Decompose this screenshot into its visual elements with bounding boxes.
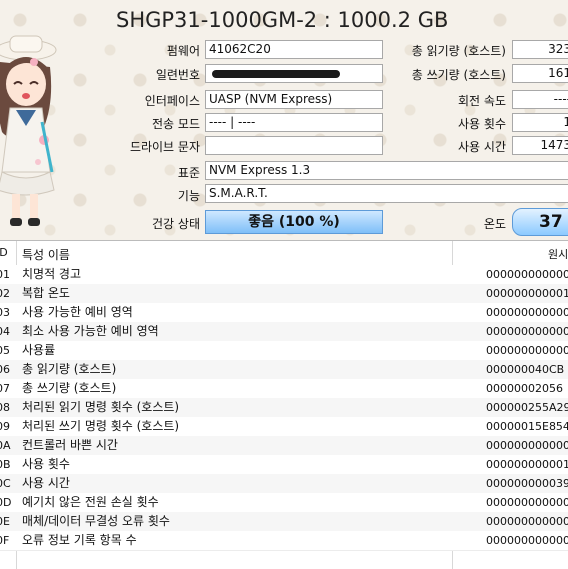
table-row[interactable]: 0F 오류 정보 기록 항목 수 000000000000: [0, 531, 568, 551]
row-id: 0F: [0, 534, 10, 547]
serial-field: [205, 64, 383, 83]
drive-letter-label: 드라이브 문자: [129, 140, 200, 154]
table-row[interactable]: 0D 예기치 않은 전원 손실 횟수 000000000000: [0, 493, 568, 513]
drive-letter-field: [205, 136, 383, 155]
row-raw-value: 000000000000: [486, 515, 568, 528]
row-raw-value: 000000000000: [486, 306, 568, 319]
row-id: 0C: [0, 477, 11, 490]
row-attribute-name: 사용 시간: [22, 476, 70, 490]
standard-label: 표준: [177, 166, 200, 180]
serial-label: 일련번호: [155, 68, 200, 82]
row-attribute-name: 예기치 않은 전원 손실 횟수: [22, 495, 159, 509]
row-id: 08: [0, 401, 10, 414]
row-raw-value: 00000002056: [486, 382, 563, 395]
row-id: 0E: [0, 515, 10, 528]
features-label: 기능: [177, 189, 200, 203]
row-id: 06: [0, 363, 10, 376]
header-attribute-name[interactable]: 특성 이름: [22, 246, 70, 263]
row-id: 01: [0, 268, 10, 281]
row-raw-value: 00000015E854: [486, 420, 568, 433]
host-reads-field: 323: [512, 40, 568, 59]
mascot-character-image: [0, 35, 57, 226]
table-row[interactable]: 05 사용률 000000000000: [0, 341, 568, 361]
row-attribute-name: 컨트롤러 바쁜 시간: [22, 438, 118, 452]
smart-attributes-table[interactable]: ID 특성 이름 원시 01치명적 경고00000000000002복합 온도0…: [0, 240, 568, 569]
row-attribute-name: 복합 온도: [22, 286, 70, 300]
row-attribute-name: 사용률: [22, 343, 56, 357]
row-id: 02: [0, 287, 10, 300]
power-on-count-label: 사용 횟수: [458, 117, 506, 131]
row-id: 0D: [0, 496, 12, 509]
row-raw-value: 000000000000: [486, 439, 568, 452]
row-raw-value: 000000040CB: [486, 363, 565, 376]
table-row[interactable]: 08 처리된 읽기 명령 횟수 (호스트) 000000255A29: [0, 398, 568, 418]
temperature-label: 온도: [483, 217, 506, 231]
host-writes-field: 161: [512, 64, 568, 83]
health-status-button[interactable]: 좋음 (100 %): [205, 210, 383, 234]
transfer-mode-label: 전송 모드: [152, 117, 200, 131]
row-raw-value: 000000255A29: [486, 401, 568, 414]
drive-title: SHGP31-1000GM-2 : 1000.2 GB: [116, 8, 449, 32]
table-row[interactable]: 0B 사용 횟수 000000000001: [0, 455, 568, 475]
serial-redaction: [212, 70, 340, 78]
power-on-count-field: 1: [512, 113, 568, 132]
firmware-label: 펌웨어: [166, 44, 200, 58]
row-attribute-name: 처리된 읽기 명령 횟수 (호스트): [22, 400, 180, 414]
row-id: 05: [0, 344, 10, 357]
row-id: 0A: [0, 439, 11, 452]
row-raw-value: 000000000000: [486, 534, 568, 547]
row-id: 07: [0, 382, 10, 395]
rotation-speed-label: 회전 속도: [458, 94, 506, 108]
row-id: 04: [0, 325, 10, 338]
row-attribute-name: 치명적 경고: [22, 267, 82, 281]
row-raw-value: 000000000000: [486, 268, 568, 281]
host-writes-label: 총 쓰기량 (호스트): [411, 68, 506, 82]
power-on-hours-label: 사용 시간: [458, 140, 506, 154]
row-raw-value: 000000000000: [486, 496, 568, 509]
row-raw-value: 000000000039: [486, 477, 568, 490]
row-id: 0B: [0, 458, 11, 471]
power-on-hours-field: 1473: [512, 136, 568, 155]
header-raw-value[interactable]: 원시: [548, 246, 568, 262]
row-raw-value: 000000000000: [486, 325, 568, 338]
table-row[interactable]: 09 처리된 쓰기 명령 횟수 (호스트) 00000015E854: [0, 417, 568, 437]
row-raw-value: 000000000001: [486, 287, 568, 300]
standard-field: NVM Express 1.3: [205, 161, 568, 180]
table-row[interactable]: 03 사용 가능한 예비 영역 000000000000: [0, 303, 568, 323]
temperature-button[interactable]: 37 °: [512, 208, 568, 236]
row-attribute-name: 최소 사용 가능한 예비 영역: [22, 324, 159, 338]
table-row[interactable]: 04 최소 사용 가능한 예비 영역 000000000000: [0, 322, 568, 342]
row-attribute-name: 사용 가능한 예비 영역: [22, 305, 133, 319]
row-attribute-name: 총 쓰기량 (호스트): [22, 381, 117, 395]
table-header: ID 특성 이름 원시: [0, 241, 568, 266]
row-raw-value: 000000000000: [486, 344, 568, 357]
row-attribute-name: 오류 정보 기록 항목 수: [22, 533, 137, 547]
interface-field: UASP (NVM Express): [205, 90, 383, 109]
firmware-field: 41062C20: [205, 40, 383, 59]
rotation-speed-field: ----: [512, 90, 568, 109]
table-row[interactable]: 0E 매체/데이터 무결성 오류 횟수 000000000000: [0, 512, 568, 532]
table-row[interactable]: 02 복합 온도 000000000001: [0, 284, 568, 304]
row-attribute-name: 사용 횟수: [22, 457, 70, 471]
host-reads-label: 총 읽기량 (호스트): [411, 44, 506, 58]
row-id: 09: [0, 420, 10, 433]
transfer-mode-field: ---- | ----: [205, 113, 383, 132]
row-attribute-name: 처리된 쓰기 명령 횟수 (호스트): [22, 419, 180, 433]
row-raw-value: 000000000001: [486, 458, 568, 471]
table-row[interactable]: 0C 사용 시간 000000000039: [0, 474, 568, 494]
header-id[interactable]: ID: [0, 246, 12, 259]
table-row[interactable]: 06 총 읽기량 (호스트) 000000040CB: [0, 360, 568, 380]
table-row[interactable]: 07 총 쓰기량 (호스트) 00000002056: [0, 379, 568, 399]
interface-label: 인터페이스: [144, 94, 200, 108]
features-field: S.M.A.R.T.: [205, 184, 568, 203]
table-row[interactable]: 01 치명적 경고 000000000000: [0, 265, 568, 285]
row-attribute-name: 매체/데이터 무결성 오류 횟수: [22, 514, 170, 528]
row-attribute-name: 총 읽기량 (호스트): [22, 362, 117, 376]
health-status-label: 건강 상태: [152, 217, 200, 231]
table-row[interactable]: 0A 컨트롤러 바쁜 시간 000000000000: [0, 436, 568, 456]
row-id: 03: [0, 306, 10, 319]
